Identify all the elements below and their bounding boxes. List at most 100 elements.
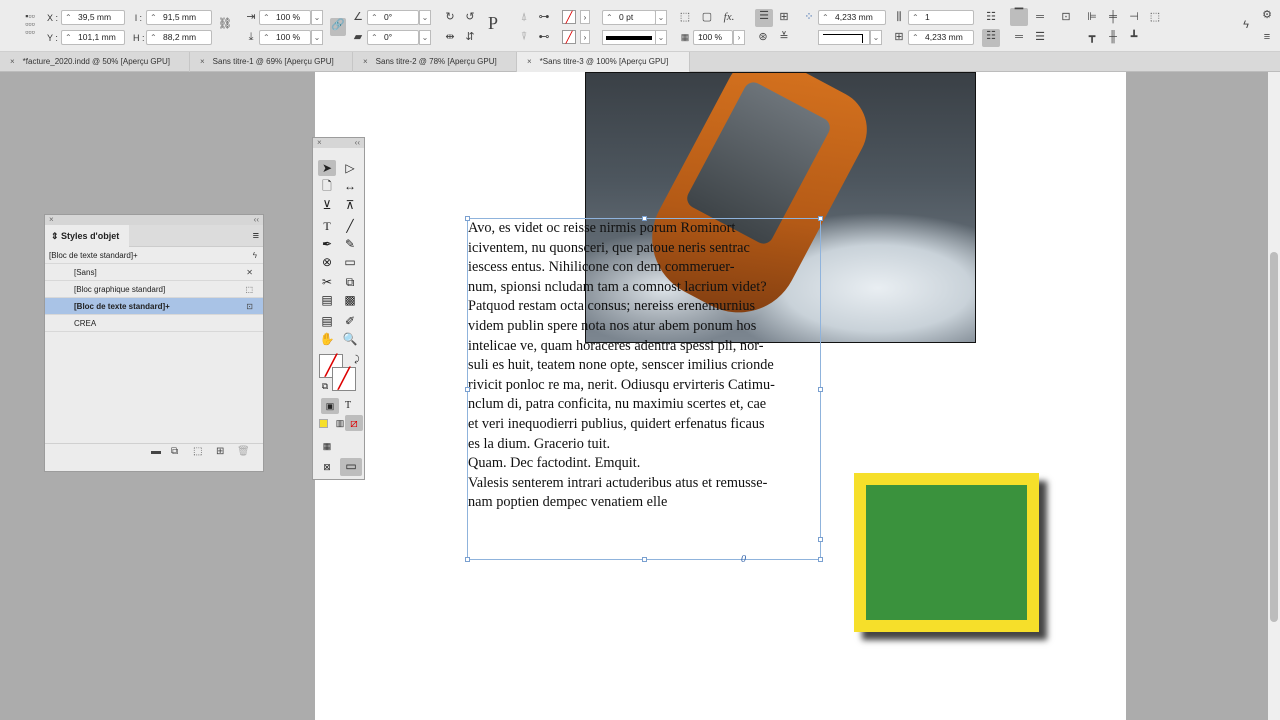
pen-tool-icon[interactable]: ✒ — [318, 236, 336, 252]
select-next-icon[interactable]: ⊶ — [537, 10, 551, 24]
stroke-swatch[interactable]: ╱ — [332, 367, 356, 391]
line-tool-icon[interactable]: ╱ — [341, 218, 359, 234]
quick-apply-icon[interactable]: ϟ — [253, 247, 257, 264]
columns-field[interactable]: 1 — [908, 10, 974, 25]
align-bottom-edges-icon[interactable]: ┻ — [1127, 30, 1141, 44]
corner-shape-dropdown[interactable]: ⌄ — [870, 30, 882, 45]
selection-tool-icon[interactable]: ➤ — [318, 160, 336, 176]
resize-handle[interactable] — [465, 387, 470, 392]
gap-tool-icon[interactable]: ↔ — [341, 178, 359, 194]
scissors-tool-icon[interactable]: ✂ — [318, 274, 336, 290]
new-style-icon[interactable]: ⊞ — [216, 446, 224, 457]
stroke-weight-dropdown[interactable]: ⌄ — [655, 10, 667, 25]
height-field[interactable]: 88,2 mm — [146, 30, 212, 45]
out-port[interactable] — [818, 537, 823, 542]
formatting-container-icon[interactable]: ▣ — [321, 398, 339, 414]
constrain-proportions-icon[interactable]: ⛓ — [218, 17, 232, 31]
gradient-feather-tool-icon[interactable]: ▩ — [341, 292, 359, 308]
stroke-type-dropdown[interactable]: ⌄ — [655, 30, 667, 45]
flip-vertical-icon[interactable]: ⇵ — [463, 30, 477, 44]
resize-handle[interactable] — [642, 557, 647, 562]
stroke-swatch-icon[interactable]: ╱ — [562, 30, 576, 44]
rotate-cw-icon[interactable]: ↻ — [443, 10, 457, 24]
text-wrap-jump-icon[interactable]: ≚ — [777, 30, 791, 44]
quick-apply-icon[interactable]: ϟ — [1239, 18, 1253, 32]
scroll-thumb[interactable] — [1270, 252, 1278, 622]
resize-handle[interactable] — [818, 557, 823, 562]
type-tool-icon[interactable]: T — [318, 218, 336, 234]
close-icon[interactable]: × — [363, 57, 368, 66]
clear-attributes-icon[interactable]: ⬚ — [193, 446, 202, 457]
scale-y-field[interactable]: 100 % — [259, 30, 311, 45]
stroke-weight-field[interactable]: 0 pt — [602, 10, 656, 25]
tab-sans-titre-1[interactable]: × Sans titre-1 @ 69% [Aperçu GPU] — [190, 52, 353, 72]
trash-icon[interactable]: 🗑 — [237, 446, 250, 457]
direct-selection-tool-icon[interactable]: ▷ — [341, 160, 359, 176]
link-scale-icon[interactable]: 🔗 — [330, 18, 346, 36]
select-content-icon[interactable]: ⍒ — [517, 30, 531, 44]
scale-x-dropdown[interactable]: ⌄ — [311, 10, 323, 25]
align-right-edges-icon[interactable]: ⊣ — [1127, 10, 1141, 24]
corner-shape-select[interactable] — [818, 30, 870, 45]
apply-color-icon[interactable] — [319, 419, 328, 428]
rotation-dropdown[interactable]: ⌄ — [419, 10, 431, 25]
stroke-menu-arrow[interactable]: › — [580, 30, 590, 44]
screen-mode-icon[interactable]: ▦ — [318, 438, 336, 454]
align-top-text-icon[interactable]: ☷ — [984, 10, 998, 24]
close-icon[interactable]: × — [10, 57, 15, 66]
yellow-green-frame[interactable] — [854, 473, 1039, 632]
apply-none-icon[interactable]: ⧄ — [345, 415, 363, 431]
close-icon[interactable]: × — [200, 57, 205, 66]
text-wrap-bbox-icon[interactable]: ⊞ — [777, 10, 791, 24]
hand-tool-icon[interactable]: ✋ — [318, 331, 336, 347]
align-hcenter-icon[interactable]: ╪ — [1106, 10, 1120, 24]
effects-icon[interactable]: fx. — [722, 10, 736, 24]
fill-swatch-icon[interactable]: ╱ — [562, 10, 576, 24]
clear-overrides-icon[interactable]: ⧉ — [171, 446, 178, 457]
pencil-tool-icon[interactable]: ✎ — [341, 236, 359, 252]
style-item-graphic[interactable]: [Bloc graphique standard] ⬚ — [45, 281, 263, 298]
gutter-field[interactable]: 4,233 mm — [908, 30, 974, 45]
default-fill-stroke-icon[interactable]: ⧉ — [316, 378, 334, 394]
collapse-icon[interactable]: ‹‹ — [355, 138, 360, 148]
swap-fill-stroke-icon[interactable]: ⤸ — [348, 351, 366, 367]
normal-mode-icon[interactable]: ▭ — [340, 458, 362, 476]
stroke-type-select[interactable] — [602, 30, 656, 45]
distribute-icon[interactable]: ⬚ — [1148, 10, 1162, 24]
x-field[interactable]: 39,5 mm — [61, 10, 125, 25]
gap-field[interactable]: 4,233 mm — [818, 10, 886, 25]
scale-y-dropdown[interactable]: ⌄ — [311, 30, 323, 45]
free-transform-tool-icon[interactable]: ⧉ — [341, 274, 359, 290]
rectangle-tool-icon[interactable]: ▭ — [341, 254, 359, 270]
formatting-text-icon[interactable]: T — [339, 398, 357, 414]
tab-sans-titre-2[interactable]: × Sans titre-2 @ 78% [Aperçu GPU] — [353, 52, 517, 72]
text-frame[interactable]: Avo, es videt oc reisse nirmis porum Rom… — [465, 216, 823, 565]
align-top-edges-icon[interactable]: ┳ — [1085, 30, 1099, 44]
rectangle-frame-tool-icon[interactable]: ⊗ — [318, 254, 336, 270]
align-left-text-icon[interactable]: ☷ — [982, 29, 1000, 47]
resize-handle[interactable] — [642, 216, 647, 221]
align-vcenter-icon[interactable]: ╫ — [1106, 30, 1120, 44]
zoom-tool-icon[interactable]: 🔍 — [341, 331, 359, 347]
close-icon[interactable]: × — [317, 138, 322, 147]
reference-point-icon[interactable]: ▪▫▫ ▫▫▫ ▫▫▫ — [20, 12, 40, 37]
content-placer-icon[interactable]: ⊼ — [341, 197, 359, 213]
align-center-icon[interactable]: ═ — [1033, 10, 1047, 24]
align-bottom-icon[interactable]: ═ — [1012, 30, 1026, 44]
fit-frame-icon[interactable]: ⊡ — [1059, 10, 1073, 24]
select-container-icon[interactable]: ⍋ — [517, 10, 531, 24]
width-field[interactable]: 91,5 mm — [146, 10, 212, 25]
style-item-text[interactable]: [Bloc de texte standard]+ ⊡ — [45, 298, 263, 315]
collapse-icon[interactable]: ‹‹ — [254, 215, 259, 225]
select-previous-icon[interactable]: ⊷ — [537, 30, 551, 44]
rotate-ccw-icon[interactable]: ↺ — [463, 10, 477, 24]
content-collector-icon[interactable]: ⊻ — [318, 197, 336, 213]
resize-handle[interactable] — [818, 387, 823, 392]
eyedropper-tool-icon[interactable]: ✐ — [341, 313, 359, 329]
text-wrap-none-icon[interactable]: ☰ — [755, 9, 773, 27]
tab-sans-titre-3[interactable]: × *Sans titre-3 @ 100% [Aperçu GPU] — [517, 52, 690, 72]
opacity-arrow[interactable]: › — [733, 30, 745, 45]
panel-tab[interactable]: ⇕ Styles d'objet — [45, 224, 130, 247]
preview-mode-icon[interactable]: ⊠ — [318, 459, 336, 475]
note-tool-icon[interactable]: ▤ — [318, 313, 336, 329]
